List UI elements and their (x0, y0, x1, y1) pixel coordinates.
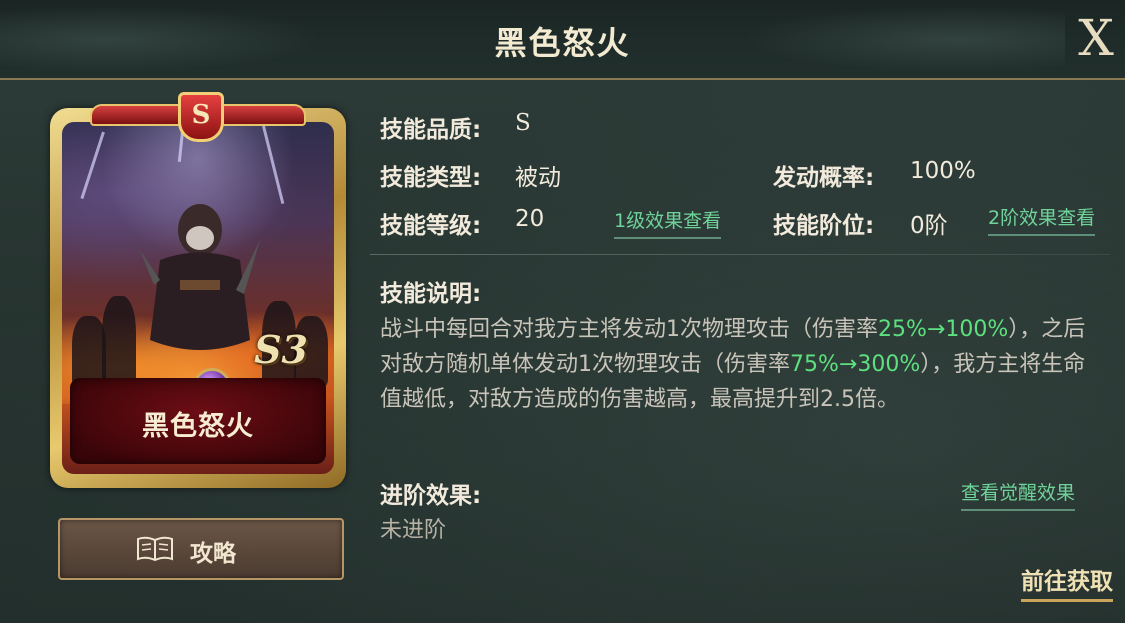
rank-value: 0阶 (910, 213, 948, 239)
grade-emblem: S (178, 92, 224, 142)
guide-button[interactable]: 攻略 (58, 518, 344, 580)
damage-rate-highlight-2: 75%→300% (790, 352, 921, 377)
skill-card: S3 黑色怒火 S (50, 92, 346, 488)
skill-card-art: S3 黑色怒火 (62, 122, 334, 474)
quality-label: 技能品质: (380, 117, 482, 143)
soldier-silhouette (102, 296, 136, 386)
close-button[interactable]: X (1073, 8, 1119, 68)
view-awaken-link[interactable]: 查看觉醒效果 (961, 478, 1076, 511)
header-bar: 黑色怒火 X (0, 0, 1125, 80)
rank-label: 技能阶位: (773, 213, 875, 239)
type-label: 技能类型: (380, 165, 482, 191)
rank2-effect-link[interactable]: 2阶效果查看 (988, 203, 1096, 236)
level1-effect-link[interactable]: 1级效果查看 (614, 206, 722, 239)
warrior-figure (140, 204, 260, 350)
card-name-plate: 黑色怒火 (70, 378, 326, 464)
skill-detail-panel: 黑色怒火 X S3 黑色怒火 S 攻略 技能品质: S 技能类型: 被动 发动概… (0, 0, 1125, 623)
skill-description: 战斗中每回合对我方主将发动1次物理攻击（伤害率25%→100%），之后对敌方随机… (380, 312, 1090, 417)
description-label: 技能说明: (380, 281, 482, 307)
emblem-wing-left (90, 104, 186, 126)
book-icon (137, 536, 173, 562)
soldier-silhouette (72, 316, 106, 386)
damage-rate-highlight-1: 25%→100% (878, 317, 1009, 342)
level-label: 技能等级: (380, 213, 482, 239)
rate-value: 100% (910, 158, 976, 184)
rate-label: 发动概率: (773, 165, 875, 191)
advance-value: 未进阶 (380, 518, 447, 543)
emblem-wing-right (210, 104, 306, 126)
goto-obtain-link[interactable]: 前往获取 (1021, 562, 1113, 602)
guide-button-label: 攻略 (190, 541, 236, 567)
card-name: 黑色怒火 (142, 411, 254, 442)
page-title: 黑色怒火 (494, 24, 631, 62)
description-text-1: 战斗中每回合对我方主将发动1次物理攻击（伤害率 (380, 317, 878, 342)
stage-mark: S3 (254, 327, 308, 372)
divider (370, 254, 1110, 255)
type-value: 被动 (515, 165, 561, 191)
level-value: 20 (515, 206, 545, 232)
advance-label: 进阶效果: (380, 483, 482, 509)
quality-value: S (515, 110, 531, 136)
